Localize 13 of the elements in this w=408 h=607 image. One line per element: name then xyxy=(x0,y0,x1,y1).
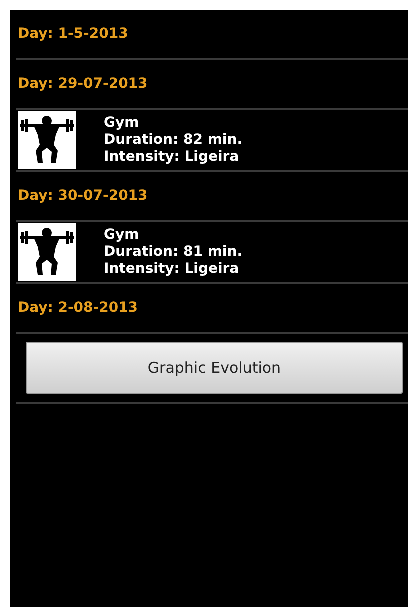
day-heading: Day: 29-07-2013 xyxy=(18,76,148,92)
day-heading: Day: 1-5-2013 xyxy=(18,26,128,42)
weightlifter-icon xyxy=(18,111,76,169)
workout-duration: Duration: 81 min. xyxy=(104,244,243,260)
workout-intensity: Intensity: Ligeira xyxy=(104,148,240,166)
workout-duration: Duration: 82 min. xyxy=(104,132,243,148)
graphic-evolution-button[interactable]: Graphic Evolution xyxy=(26,342,403,394)
workout-name: Gym xyxy=(104,114,140,132)
workout-intensity: Intensity: Ligeira xyxy=(104,260,240,278)
workout-name: Gym xyxy=(104,226,140,244)
day-heading: Day: 30-07-2013 xyxy=(18,188,148,204)
day-heading: Day: 2-08-2013 xyxy=(18,300,138,316)
weightlifter-icon xyxy=(18,223,76,281)
